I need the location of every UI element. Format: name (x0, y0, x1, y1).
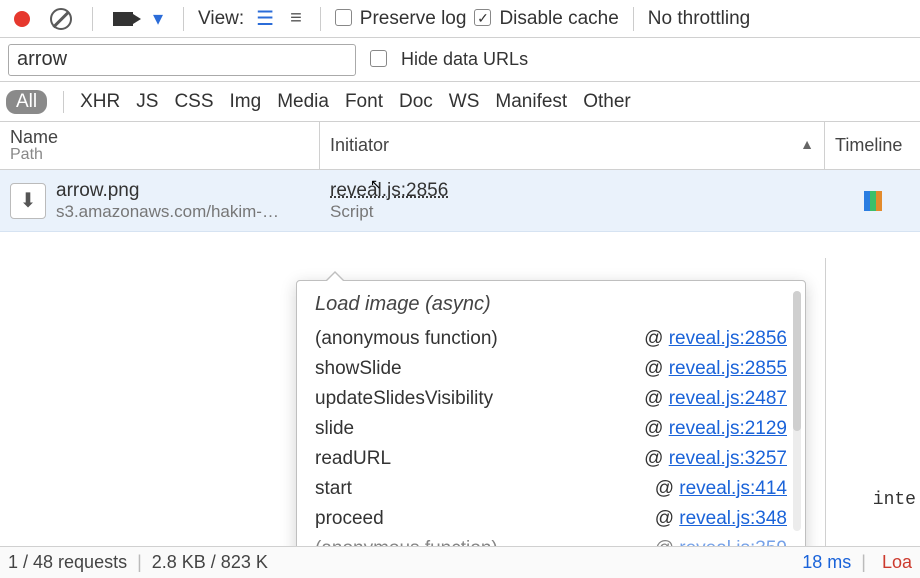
col-name[interactable]: Name Path (0, 122, 320, 169)
cursor-icon: ↖ (370, 176, 382, 193)
stack-frame: start @ reveal.js:414 (315, 474, 805, 504)
truncated-text: inte (873, 490, 916, 510)
type-manifest[interactable]: Manifest (495, 91, 567, 113)
clear-button[interactable] (50, 8, 72, 30)
type-ws[interactable]: WS (449, 91, 480, 113)
preserve-log-checkbox[interactable] (335, 9, 352, 26)
stack-fn: proceed (315, 508, 384, 530)
stack-link[interactable]: reveal.js:3257 (669, 448, 787, 469)
view-label: View: (198, 8, 244, 30)
type-img[interactable]: Img (230, 91, 262, 113)
divider (183, 7, 184, 31)
col-initiator-label: Initiator (330, 135, 814, 156)
stack-fn: slide (315, 418, 354, 440)
divider (633, 7, 634, 31)
stack-frame: proceed @ reveal.js:348 (315, 504, 805, 534)
stack-loc: @ reveal.js:3257 (644, 448, 787, 470)
request-filename: arrow.png (56, 180, 279, 202)
type-doc[interactable]: Doc (399, 91, 433, 113)
initiator-link[interactable]: reveal.js:2856 (330, 180, 815, 202)
type-media[interactable]: Media (277, 91, 329, 113)
type-css[interactable]: CSS (174, 91, 213, 113)
stack-link[interactable]: reveal.js:2487 (669, 388, 787, 409)
request-path: s3.amazonaws.com/hakim-… (56, 202, 279, 222)
type-filter-row: All XHR JS CSS Img Media Font Doc WS Man… (0, 82, 920, 122)
col-name-sub: Path (10, 146, 309, 164)
status-requests: 1 / 48 requests (8, 552, 127, 573)
throttling-select[interactable]: No throttling (648, 8, 750, 30)
waterfall-view-icon[interactable]: ≡ (290, 7, 302, 30)
status-time: 18 ms (802, 552, 851, 573)
stack-loc: @ reveal.js:2487 (644, 388, 787, 410)
stack-fn: readURL (315, 448, 391, 470)
hide-data-urls-checkbox[interactable] (370, 50, 387, 67)
stack-loc: @ reveal.js:348 (655, 508, 787, 530)
separator: | (861, 552, 866, 573)
type-js[interactable]: JS (136, 91, 158, 113)
stack-loc: @ reveal.js:2856 (644, 328, 787, 350)
stack-link[interactable]: reveal.js:2855 (669, 358, 787, 379)
request-row[interactable]: ⬇ arrow.png s3.amazonaws.com/hakim-… rev… (0, 170, 920, 232)
stack-fn: showSlide (315, 358, 402, 380)
filter-row: Hide data URLs (0, 38, 920, 82)
col-timeline[interactable]: Timeline (825, 122, 920, 169)
timing-bar (864, 191, 882, 211)
screenshot-icon[interactable] (113, 12, 133, 26)
stack-loc: @ reveal.js:414 (655, 478, 787, 500)
status-bar: 1 / 48 requests | 2.8 KB / 823 K 18 ms |… (0, 546, 920, 578)
initiator-stack-popup: Load image (async) (anonymous function) @… (296, 280, 806, 573)
stack-frame: slide @ reveal.js:2129 (315, 414, 805, 444)
hide-data-urls-label: Hide data URLs (401, 49, 528, 70)
stack-frame: showSlide @ reveal.js:2855 (315, 354, 805, 384)
record-button[interactable] (14, 11, 30, 27)
disable-cache-checkbox[interactable] (474, 9, 491, 26)
filter-input[interactable] (8, 44, 356, 76)
col-initiator[interactable]: Initiator ▲ (320, 122, 825, 169)
status-load: Loa (882, 552, 912, 573)
separator: | (137, 552, 142, 573)
type-xhr[interactable]: XHR (80, 91, 120, 113)
list-view-icon[interactable]: ☰ (256, 6, 274, 31)
stack-link[interactable]: reveal.js:2129 (669, 418, 787, 439)
stack-link[interactable]: reveal.js:414 (679, 478, 787, 499)
stack-frame: updateSlidesVisibility @ reveal.js:2487 (315, 384, 805, 414)
type-all[interactable]: All (6, 90, 47, 114)
initiator-type: Script (330, 202, 815, 222)
cell-name: ⬇ arrow.png s3.amazonaws.com/hakim-… (0, 174, 320, 228)
type-font[interactable]: Font (345, 91, 383, 113)
stack-fn: updateSlidesVisibility (315, 388, 493, 410)
stack-fn: (anonymous function) (315, 328, 498, 350)
disable-cache-label: Disable cache (499, 8, 618, 30)
stack-loc: @ reveal.js:2129 (644, 418, 787, 440)
divider (63, 91, 64, 113)
stack-link[interactable]: reveal.js:2856 (669, 328, 787, 349)
sort-asc-icon: ▲ (800, 136, 814, 152)
filter-icon[interactable]: ▾ (153, 6, 163, 31)
cell-timeline (825, 185, 920, 217)
columns-header: Name Path Initiator ▲ Timeline (0, 122, 920, 170)
popup-title: Load image (async) (315, 293, 805, 316)
stack-frame: readURL @ reveal.js:3257 (315, 444, 805, 474)
stack-link[interactable]: reveal.js:348 (679, 508, 787, 529)
preserve-log-label: Preserve log (360, 8, 467, 30)
divider (92, 7, 93, 31)
stack-fn: start (315, 478, 352, 500)
stack-loc: @ reveal.js:2855 (644, 358, 787, 380)
download-arrow-icon: ⬇ (10, 183, 46, 219)
col-timeline-label: Timeline (835, 135, 910, 156)
stack-frame: (anonymous function) @ reveal.js:2856 (315, 324, 805, 354)
status-bytes: 2.8 KB / 823 K (152, 552, 268, 573)
col-name-label: Name (10, 127, 309, 148)
divider (320, 7, 321, 31)
cell-initiator: reveal.js:2856 ↖ Script (320, 174, 825, 228)
popup-scrollbar[interactable] (793, 291, 801, 531)
network-toolbar: ▾ View: ☰ ≡ Preserve log Disable cache N… (0, 0, 920, 38)
type-other[interactable]: Other (583, 91, 631, 113)
